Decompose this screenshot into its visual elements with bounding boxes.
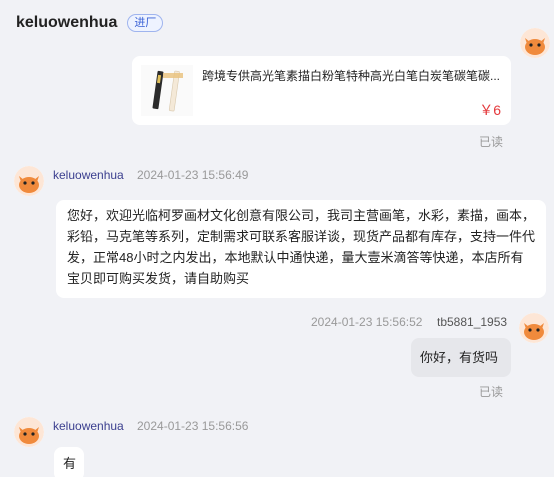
product-thumbnail: [141, 65, 193, 116]
sender-avatar[interactable]: [14, 417, 44, 447]
product-price: ￥6: [479, 102, 501, 118]
sender-name: keluowenhua: [53, 168, 124, 182]
chat-title: keluowenhua: [16, 14, 118, 31]
message-time: 2024-01-23 15:56:56: [137, 419, 249, 433]
read-status: 已读: [479, 385, 504, 399]
chat-header: keluowenhua 进厂: [0, 0, 554, 46]
message-bubble: 有: [54, 447, 84, 477]
message-time: 2024-01-23 15:56:49: [137, 168, 249, 182]
message-bubble: 你好，有货吗: [411, 338, 511, 377]
user-avatar[interactable]: [519, 313, 549, 343]
sender-avatar[interactable]: [14, 166, 44, 196]
user-avatar[interactable]: [520, 28, 550, 58]
sender-name: keluowenhua: [53, 419, 124, 433]
read-status: 已读: [479, 135, 504, 149]
product-card[interactable]: 跨境专供高光笔素描白粉笔特种高光白笔白炭笔碳笔碳... ￥6: [132, 56, 511, 125]
message-bubble: 您好，欢迎光临柯罗画材文化创意有限公司，我司主营画笔，水彩，素描，画本，彩铅，马…: [56, 200, 546, 298]
product-title[interactable]: 跨境专供高光笔素描白粉笔特种高光白笔白炭笔碳笔碳...: [202, 68, 502, 84]
message-time: 2024-01-23 15:56:52: [311, 315, 423, 329]
title-badge[interactable]: 进厂: [127, 14, 164, 32]
sender-name: tb5881_1953: [437, 315, 508, 329]
